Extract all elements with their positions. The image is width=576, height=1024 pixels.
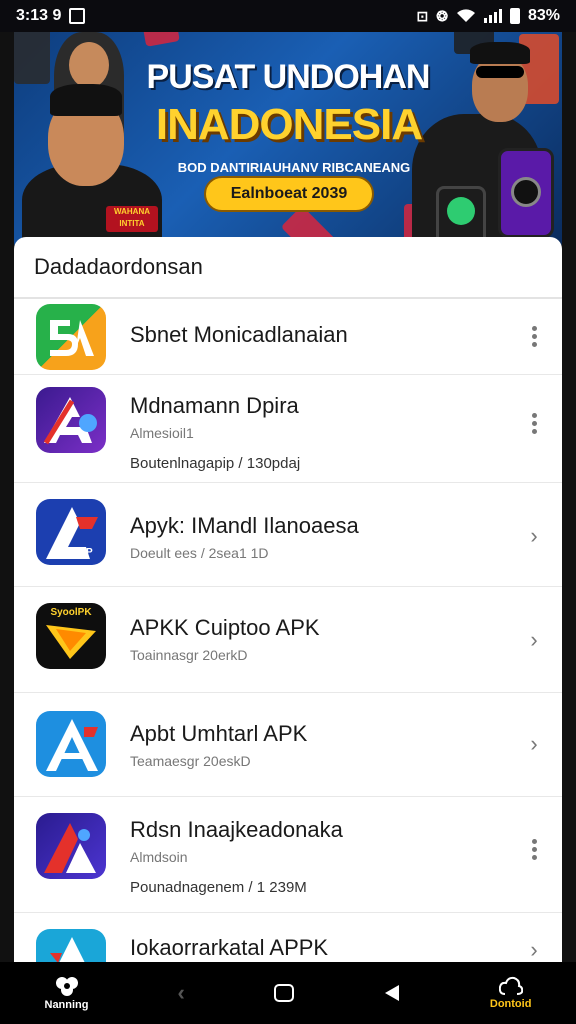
app-name: Mdnamann Dpira bbox=[130, 393, 299, 418]
sunglasses bbox=[476, 66, 524, 78]
app-icon-light-blue bbox=[36, 711, 106, 777]
back-icon: ‹ bbox=[177, 980, 185, 1005]
app-name: Apbt Umhtarl APK bbox=[130, 721, 308, 746]
person-right-face bbox=[472, 54, 528, 122]
app-icon-purple bbox=[36, 387, 106, 453]
cast-icon: ⊡ bbox=[416, 7, 429, 24]
badge: WAHANA INTITA bbox=[106, 206, 158, 232]
nav-home[interactable]: Nanning bbox=[45, 975, 89, 1011]
status-time: 3:13 9 bbox=[16, 7, 62, 24]
app-name: Iokaorrarkatal APPK bbox=[130, 935, 329, 960]
list-item[interactable]: Rdsn Inaajkeadonaka Almdsoin Pounadnagen… bbox=[14, 797, 562, 913]
home-icon bbox=[55, 977, 78, 996]
chevron-right-icon[interactable]: › bbox=[522, 929, 546, 961]
svg-text:P: P bbox=[86, 547, 93, 558]
list-item[interactable]: SyoolPK APKK Cuiptoo APK Toainnasgr 20er… bbox=[14, 587, 562, 693]
status-bar: 3:13 9 ⊡ ❂ 83% bbox=[0, 0, 576, 32]
gallery-icon bbox=[69, 8, 86, 24]
chevron-right-icon[interactable]: › bbox=[522, 711, 546, 755]
banner-cta-button[interactable]: Ealnboeat 2039 bbox=[204, 176, 374, 212]
recents-icon bbox=[273, 984, 294, 1002]
app-meta-secondary: Pounadnagenem / 1 239M bbox=[130, 879, 307, 896]
app-meta: Toainnasgr 20erkD bbox=[130, 647, 248, 663]
wifi-icon bbox=[456, 9, 475, 22]
app-meta: Doeult ees / 2sea1 1D bbox=[130, 545, 269, 561]
banner-title: PUSAT UNDOHAN bbox=[146, 58, 431, 96]
app-meta: Teamaesgr 20eskD bbox=[130, 753, 251, 769]
app-list-panel: Dadadaordonsan Sbnet Monicadlanaian Mdna… bbox=[14, 237, 562, 977]
nav-home-label: Nanning bbox=[44, 999, 89, 1011]
nav-back[interactable] bbox=[383, 983, 401, 1003]
back-triangle-icon bbox=[384, 985, 399, 1001]
chevron-right-icon[interactable]: › bbox=[522, 499, 546, 547]
app-icon-green bbox=[36, 304, 106, 370]
app-meta-secondary: Boutenlnagapip / 130pdaj bbox=[130, 455, 301, 472]
battery-percent: 83% bbox=[527, 7, 560, 24]
list-item[interactable]: Apbt Umhtarl APK Teamaesgr 20eskD › bbox=[14, 693, 562, 797]
banner-subtitle: INADONESIA bbox=[155, 100, 423, 149]
nav-back-chevron[interactable]: ‹ bbox=[178, 980, 185, 1006]
app-name: Sbnet Monicadlanaian bbox=[130, 322, 348, 347]
list-item[interactable]: Sbnet Monicadlanaian bbox=[14, 299, 562, 375]
more-options-icon[interactable] bbox=[522, 326, 546, 347]
vpn-icon: ❂ bbox=[436, 7, 448, 24]
person-right-cap bbox=[470, 42, 530, 64]
section-title: Dadadaordonsan bbox=[14, 237, 562, 299]
app-icon-blue-red: P bbox=[36, 499, 106, 565]
nav-download[interactable]: Dontoid bbox=[489, 976, 532, 1010]
banner-tagline: BOD DANTIRIAUHANV RIBCANEANG bbox=[177, 160, 411, 175]
chevron-right-icon[interactable]: › bbox=[522, 603, 546, 651]
person-left-cap bbox=[50, 84, 122, 116]
app-name: Rdsn Inaajkeadonaka bbox=[130, 817, 343, 842]
more-options-icon[interactable] bbox=[522, 839, 546, 860]
app-icon-black-yellow: SyoolPK bbox=[36, 603, 106, 669]
list-item[interactable]: Mdnamann Dpira Almesioil1 Boutenlnagapip… bbox=[14, 375, 562, 483]
list-item[interactable]: P Apyk: IMandl Ilanoaesa Doeult ees / 2s… bbox=[14, 483, 562, 587]
app-name: APKK Cuiptoo APK bbox=[130, 615, 320, 640]
nav-recents[interactable] bbox=[273, 984, 294, 1002]
badge-label: WAHANA INTITA bbox=[114, 207, 150, 228]
app-meta: Almdsoin bbox=[130, 849, 188, 865]
app-name: Apyk: IMandl Ilanoaesa bbox=[130, 513, 359, 538]
app-icon-indigo bbox=[36, 813, 106, 879]
download-icon bbox=[498, 976, 523, 995]
navigation-bar: Nanning ‹ Dontoid bbox=[0, 962, 576, 1024]
app-meta: Almesioil1 bbox=[130, 425, 194, 441]
app-icon-label: SyoolPK bbox=[50, 607, 92, 618]
banner-decoration bbox=[14, 24, 50, 84]
person-left-back-face bbox=[69, 42, 109, 88]
battery-icon bbox=[509, 8, 520, 24]
nav-download-label: Dontoid bbox=[489, 998, 532, 1010]
signal-icon bbox=[483, 9, 502, 23]
app-list: Sbnet Monicadlanaian Mdnamann Dpira Alme… bbox=[14, 299, 562, 977]
more-options-icon[interactable] bbox=[522, 413, 546, 434]
phone-image bbox=[498, 148, 554, 238]
promo-banner[interactable]: WAHANA INTITA PUSAT UNDOHAN INADONESIA B… bbox=[14, 14, 562, 254]
